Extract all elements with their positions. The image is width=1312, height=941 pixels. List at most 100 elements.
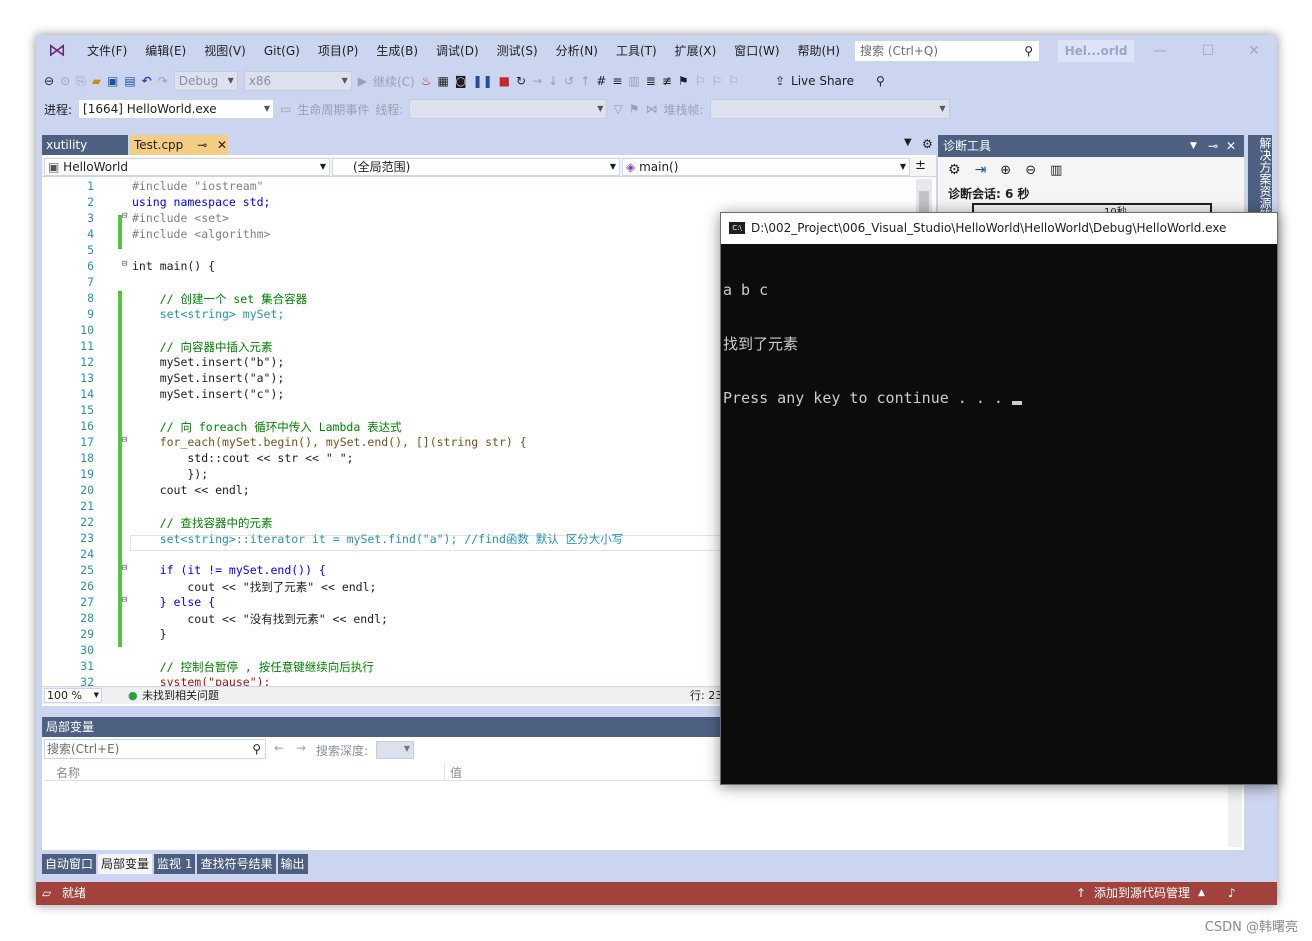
close-tab-icon[interactable]: ✕: [217, 138, 227, 152]
menu-build[interactable]: 生成(B): [367, 43, 427, 59]
back-icon[interactable]: ⊖: [44, 74, 54, 88]
comment-icon[interactable]: ≣: [646, 74, 656, 88]
thread-icon[interactable]: ≡: [612, 74, 622, 88]
collapse-icon[interactable]: ⊟: [122, 563, 127, 573]
column-name[interactable]: 名称: [56, 764, 80, 781]
column-divider[interactable]: [444, 763, 445, 781]
filter-icon[interactable]: ▽: [613, 102, 622, 116]
menu-tools[interactable]: 工具(T): [607, 43, 666, 59]
collapse-icon[interactable]: ⊟: [122, 211, 127, 221]
hot-reload-icon[interactable]: ♨: [421, 74, 432, 88]
settings-gear-icon[interactable]: ⚙: [922, 137, 933, 151]
pin-icon[interactable]: ⊸: [1208, 135, 1218, 157]
uncomment-icon[interactable]: ≢: [662, 74, 672, 88]
menu-git[interactable]: Git(G): [255, 43, 309, 59]
line-indicator[interactable]: 行: 23: [690, 687, 722, 704]
locals-search-input[interactable]: 搜索(Ctrl+E) ⚲: [44, 739, 266, 759]
tab-test-cpp[interactable]: Test.cpp ⊸ ✕: [130, 135, 228, 155]
tab-overflow-icon[interactable]: ▼: [904, 137, 912, 148]
split-icon[interactable]: ±: [915, 158, 926, 173]
step-over-icon[interactable]: →: [532, 74, 542, 88]
clear-bookmarks-icon[interactable]: ⚐: [728, 74, 739, 88]
notification-bell-icon[interactable]: ♪: [1228, 882, 1236, 905]
live-share-button[interactable]: Live Share: [791, 74, 854, 88]
menu-help[interactable]: 帮助(H): [789, 43, 849, 59]
thread-select[interactable]: ▼: [409, 99, 608, 119]
solution-name-badge[interactable]: Hel...orld: [1058, 40, 1134, 62]
reset-view-icon[interactable]: ▥: [1050, 163, 1062, 178]
minimize-button[interactable]: —: [1148, 40, 1172, 62]
flag-thread-icon[interactable]: ⚑: [629, 102, 640, 116]
step-into-icon[interactable]: ↓: [548, 74, 558, 88]
menu-view[interactable]: 视图(V): [195, 43, 255, 59]
restart-icon[interactable]: ↻: [516, 74, 526, 88]
stop-debugging-icon[interactable]: ■: [499, 74, 510, 88]
search-depth-select[interactable]: ▼: [376, 741, 414, 759]
menu-debug[interactable]: 调试(D): [427, 43, 488, 59]
console-title-bar[interactable]: C:\ D:\002_Project\006_Visual_Studio\Hel…: [721, 213, 1277, 244]
pin-icon[interactable]: ⊸: [197, 138, 207, 152]
step-back-icon[interactable]: ↺: [564, 74, 574, 88]
console-window[interactable]: C:\ D:\002_Project\006_Visual_Studio\Hel…: [720, 212, 1278, 785]
code-area[interactable]: 1 2 3 4 5 6 7 8 9 10 11 12 13 14 15 16 1…: [42, 179, 722, 689]
zoom-in-icon[interactable]: ⊕: [1000, 163, 1011, 178]
add-to-source-control-button[interactable]: 添加到源代码管理: [1094, 882, 1190, 905]
project-select[interactable]: ▣ HelloWorld ▼: [44, 158, 330, 176]
menu-test[interactable]: 测试(S): [488, 43, 547, 59]
maximize-button[interactable]: ☐: [1196, 40, 1220, 62]
show-external-code-icon[interactable]: ⋈: [645, 102, 657, 116]
settings-gear-icon[interactable]: ⚙: [948, 162, 961, 178]
next-bookmark-icon[interactable]: ⚐: [711, 74, 722, 88]
bookmark-icon[interactable]: ⚑: [678, 74, 689, 88]
menu-file[interactable]: 文件(F): [78, 43, 136, 59]
scope-select[interactable]: (全局范围) ▼: [332, 158, 620, 176]
menu-project[interactable]: 项目(P): [309, 43, 368, 59]
column-value[interactable]: 值: [450, 764, 462, 781]
live-share-icon[interactable]: ⇪: [775, 74, 785, 88]
tab-output[interactable]: 输出: [277, 854, 308, 874]
quick-search-input[interactable]: 搜索 (Ctrl+Q) ⚲: [854, 40, 1040, 62]
tab-locals[interactable]: 局部变量: [98, 854, 153, 874]
close-panel-icon[interactable]: ✕: [1226, 135, 1236, 157]
save-icon[interactable]: ▣: [107, 74, 118, 88]
menu-window[interactable]: 窗口(W): [725, 43, 788, 59]
process-select[interactable]: [1664] HelloWorld.exe ▼: [78, 99, 275, 119]
tab-autos[interactable]: 自动窗口: [42, 854, 97, 874]
menu-edit[interactable]: 编辑(E): [136, 43, 195, 59]
prev-bookmark-icon[interactable]: ⚐: [695, 74, 706, 88]
close-window-button[interactable]: ✕: [1242, 40, 1266, 62]
tab-watch-1[interactable]: 监视 1: [154, 854, 196, 874]
browser-link-icon[interactable]: ▦: [438, 74, 449, 88]
back-arrow-icon[interactable]: ←: [274, 741, 284, 755]
menu-extensions[interactable]: 扩展(X): [666, 43, 726, 59]
panel-menu-icon[interactable]: ▼: [1190, 135, 1197, 157]
open-file-icon[interactable]: ▰: [92, 74, 101, 88]
tab-find-symbol-results[interactable]: 查找符号结果: [197, 854, 276, 874]
continue-play-icon[interactable]: ▶: [358, 74, 367, 88]
tab-xutility[interactable]: xutility: [42, 135, 128, 155]
show-threads-icon[interactable]: ▥: [628, 74, 639, 88]
configuration-select[interactable]: Debug ▼: [173, 71, 238, 91]
chevron-up-icon[interactable]: ▲: [1198, 882, 1205, 905]
issues-status[interactable]: 未找到相关问题: [142, 687, 219, 704]
platform-select[interactable]: x86 ▼: [243, 71, 352, 91]
stack-frame-select[interactable]: ▼: [709, 99, 950, 119]
continue-button[interactable]: 继续(C): [373, 73, 415, 90]
step-out-icon[interactable]: ↑: [580, 74, 590, 88]
save-all-icon[interactable]: ▤: [124, 74, 135, 88]
export-icon[interactable]: ⇥: [975, 162, 987, 178]
hex-display-icon[interactable]: #: [596, 74, 606, 88]
collapse-icon[interactable]: ⊟: [122, 595, 127, 605]
collapse-icon[interactable]: ⊟: [122, 259, 127, 269]
feedback-icon[interactable]: ⚲: [876, 74, 885, 88]
lifecycle-events-button[interactable]: 生命周期事件: [297, 101, 369, 118]
undo-icon[interactable]: ↶: [142, 74, 152, 88]
member-select[interactable]: ◈ main() ▼: [622, 158, 910, 176]
zoom-out-icon[interactable]: ⊖: [1025, 163, 1036, 178]
forward-arrow-icon[interactable]: →: [296, 741, 306, 755]
redo-icon[interactable]: ↷: [158, 74, 168, 88]
zoom-select[interactable]: 100 % ▼: [44, 688, 102, 703]
new-project-icon[interactable]: ⎘: [76, 74, 86, 89]
menu-analyze[interactable]: 分析(N): [547, 43, 607, 59]
screenshot-icon[interactable]: ◙: [455, 74, 467, 88]
